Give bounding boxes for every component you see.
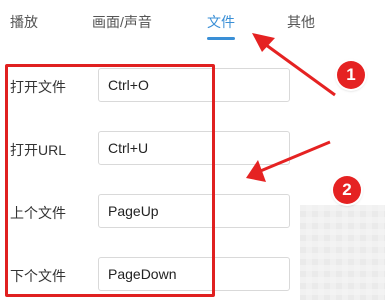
tab-playback[interactable]: 播放	[10, 12, 38, 32]
previous-file-label: 上个文件	[10, 205, 66, 221]
open-file-shortcut-field[interactable]: Ctrl+O	[98, 68, 290, 102]
next-file-shortcut-field[interactable]: PageDown	[98, 257, 290, 291]
open-url-label: 打开URL	[10, 142, 67, 158]
open-url-shortcut-field[interactable]: Ctrl+U	[98, 131, 290, 165]
open-file-label: 打开文件	[10, 79, 66, 95]
step-1-badge: 1	[337, 61, 365, 89]
settings-tabs: 播放 画面/声音 文件 其他	[0, 0, 385, 44]
tab-file[interactable]: 文件	[207, 12, 235, 32]
active-tab-indicator	[207, 37, 235, 40]
pixelated-watermark	[300, 205, 385, 300]
previous-file-shortcut-field[interactable]: PageUp	[98, 194, 290, 228]
tab-other[interactable]: 其他	[287, 12, 315, 32]
tab-picture-sound[interactable]: 画面/声音	[92, 12, 152, 32]
next-file-label: 下个文件	[10, 268, 66, 284]
step-2-badge: 2	[333, 176, 361, 204]
